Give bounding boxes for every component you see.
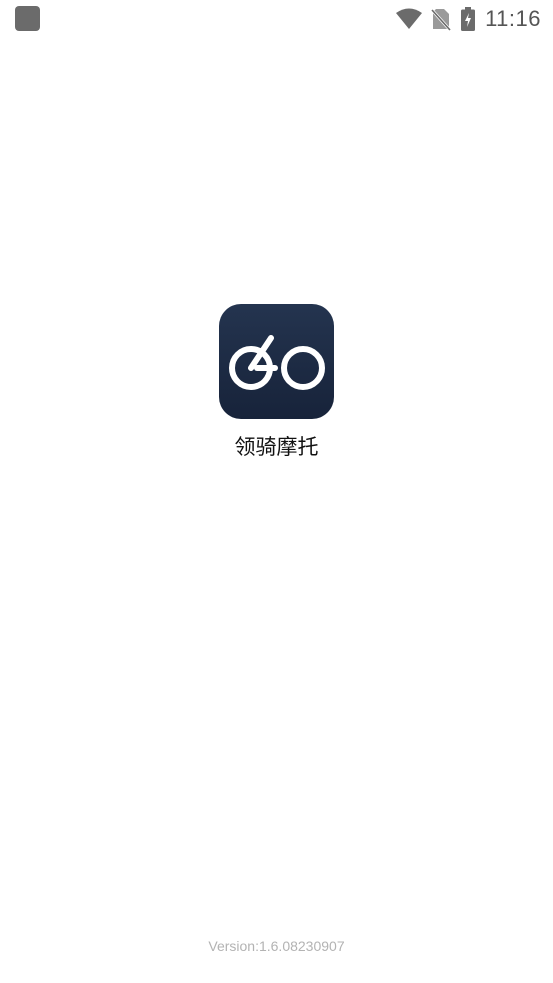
status-icons: 11:16 [395, 5, 541, 33]
wifi-icon [395, 8, 423, 30]
bike-logo-icon [229, 335, 325, 390]
clock: 11:16 [485, 6, 541, 31]
status-bar: 11:16 [0, 0, 553, 38]
app-logo [219, 304, 334, 419]
splash-screen: 11:16 领骑摩托 Version:1.6.08230907 [0, 0, 553, 983]
app-name: 领骑摩托 [234, 435, 319, 459]
version-label: Version:1.6.08230907 [208, 938, 345, 954]
notification-app-icon [15, 6, 40, 31]
battery-charging-icon [461, 7, 476, 31]
no-sim-icon [431, 7, 452, 31]
